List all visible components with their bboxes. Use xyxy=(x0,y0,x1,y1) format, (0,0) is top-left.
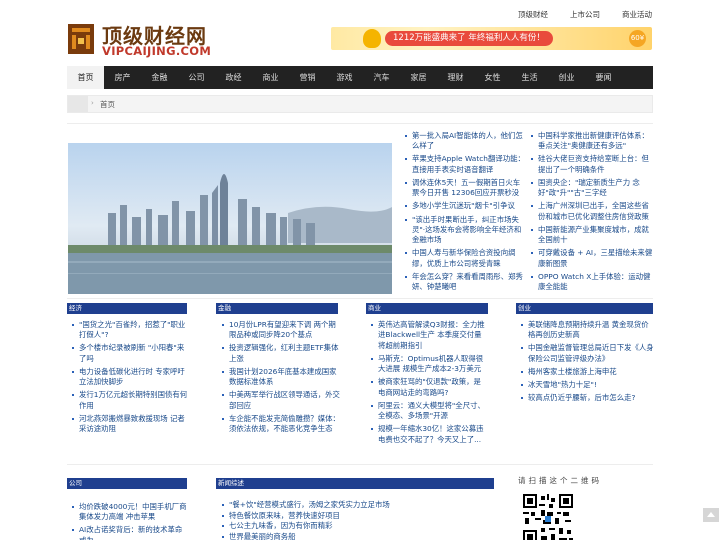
list-item[interactable]: "该出手时果断出手，纠正市场失灵"·这场发布会将影响全年经济和金融市场 xyxy=(404,215,527,246)
nav-auto[interactable]: 汽车 xyxy=(363,66,400,89)
list-item[interactable]: 七公主九味香，因为有你而精彩 xyxy=(221,521,493,530)
list-item[interactable]: 投资逻辑强化，红利主题ETF集体上涨 xyxy=(221,343,340,364)
toplink-listed-companies[interactable]: 上市公司 xyxy=(570,9,600,20)
top-news-list-middle: 第一批入局AI智能体的人，他们怎么样了 苹果支持Apple Watch翻译功能：… xyxy=(404,131,527,295)
top-news-list-right: 中国科学家推出新健康评估体系：垂点关注"奥健康还有多远" 硅谷大佬巨资支持给室断… xyxy=(530,131,654,295)
list-item[interactable]: 均价跌破4000元！中国手机厂商集体发力高端 冲击苹果 xyxy=(71,502,188,523)
toplink-vipcaijing[interactable]: 顶级财经 xyxy=(518,9,548,20)
toplink-business-events[interactable]: 商业活动 xyxy=(622,9,652,20)
list-item[interactable]: 英伟达高管解读Q3财报：全力推进Blackwell生产 本季度交付量将超前期指引 xyxy=(370,320,488,351)
nav-home-furnishing[interactable]: 家居 xyxy=(400,66,437,89)
logo-mark-icon xyxy=(68,24,94,54)
nav-politics[interactable]: 政经 xyxy=(215,66,252,89)
section-header-economy[interactable]: 经济 xyxy=(67,303,187,314)
list-item[interactable]: 阿里云：通义大模型将"全尺寸、全模态、多场景"开源 xyxy=(370,401,488,422)
site-logo[interactable]: 顶级财经网 VIPCAIJING.COM xyxy=(66,20,236,58)
section-list-company: 均价跌破4000元！中国手机厂商集体发力高端 冲击苹果 AI改占诺奖背后：新的技… xyxy=(71,502,188,540)
list-item[interactable]: 上海广州深圳已出手，全国这些省份和城市已优化调整住房信贷政策 xyxy=(530,201,654,222)
list-item[interactable]: 河北燕郊搬燃暴致救援现场 记者采访途劝阻 xyxy=(71,414,188,435)
list-item[interactable]: 第一批入局AI智能体的人，他们怎么样了 xyxy=(404,131,527,152)
list-item[interactable]: 车企能不能发克简偷雕攒？媒体：须依法依规，不能恶化竞争生态 xyxy=(221,414,340,435)
breadcrumb-home[interactable]: 首页 xyxy=(100,99,115,110)
list-item[interactable]: 较高点仍近乎腰斩，后市怎么走? xyxy=(520,393,654,403)
promo-banner[interactable]: 1212万能盛典来了 年终福利人人有份！ 60¥ xyxy=(331,27,652,50)
nav-wealth[interactable]: 理财 xyxy=(437,66,474,89)
list-item[interactable]: 10月份LPR有望迎来下调 两个期限品种或同步降20个基点 xyxy=(221,320,340,341)
list-item[interactable]: 中国科学家推出新健康评估体系：垂点关注"奥健康还有多远" xyxy=(530,131,654,152)
nav-business[interactable]: 商业 xyxy=(252,66,289,89)
nav-finance[interactable]: 金融 xyxy=(141,66,178,89)
nav-women[interactable]: 女性 xyxy=(474,66,511,89)
section-list-startup: 美联储降息预期持续升温 黄金现货价格再创历史新高 中国金融监督管理总局近日下发《… xyxy=(520,320,654,407)
list-item[interactable]: 发行1万亿元超长期特别国债有何作用 xyxy=(71,390,188,411)
nav-life[interactable]: 生活 xyxy=(511,66,548,89)
list-item[interactable]: 可穿戴设备 + AI，三星描绘未来健康新图景 xyxy=(530,248,654,269)
list-item[interactable]: 多个楼市纪录被刷新 "小阳春"来了吗 xyxy=(71,343,188,364)
list-item[interactable]: 规模一年缩水30亿！这家公募违电费也交不起了？今天又上了... xyxy=(370,424,488,445)
section-header-news-review[interactable]: 新闻综述 xyxy=(216,478,494,489)
list-item[interactable]: 多地小学生沉迷玩"烟卡"引争议 xyxy=(404,201,527,211)
logo-english: VIPCAIJING.COM xyxy=(102,44,212,58)
list-item[interactable]: 特色餐饮原来味，营养快速好项目 xyxy=(221,511,493,520)
list-item[interactable]: 苹果支持Apple Watch翻译功能：直接用手表实时语音翻译 xyxy=(404,154,527,175)
list-item[interactable]: 我国计划2026年底基本建成国家数据标准体系 xyxy=(221,367,340,388)
banner-text: 1212万能盛典来了 年终福利人人有份！ xyxy=(385,31,553,46)
list-item[interactable]: 马斯克：Optimus机器人取得很大进展 规模生产成本2-3万美元 xyxy=(370,354,488,375)
list-item[interactable]: 年会怎么穿？来看看周雨彤、郑秀妍、钟楚曦吧 xyxy=(404,272,527,293)
list-item[interactable]: 中美两军举行战区领导通话，外交部回应 xyxy=(221,390,340,411)
nav-headlines[interactable]: 要闻 xyxy=(585,66,622,89)
list-item[interactable]: 美联储降息预期持续升温 黄金现货价格再创历史新高 xyxy=(520,320,654,341)
list-item[interactable]: "餐+饮"经营模式盛行，汤姆之家凭实力立足市场 xyxy=(221,500,493,509)
qr-code-icon xyxy=(523,494,573,540)
section-list-news-review: "餐+饮"经营模式盛行，汤姆之家凭实力立足市场 特色餐饮原来味，营养快速好项目 … xyxy=(221,500,493,540)
nav-realestate[interactable]: 房产 xyxy=(104,66,141,89)
section-list-economy: "国货之光"百雀羚，招惹了"职业打假人"? 多个楼市纪录被刷新 "小阳春"来了吗… xyxy=(71,320,188,437)
list-item[interactable]: 冰天雪地"热力十足"! xyxy=(520,380,654,390)
list-item[interactable]: OPPO Watch X上手体验：运动健康全能能 xyxy=(530,272,654,293)
main-nav: 首页 房产 金融 公司 政经 商业 营销 游戏 汽车 家居 理财 女性 生活 创… xyxy=(67,66,653,89)
list-item[interactable]: 中国新能源产业集聚度城市，成就全国前十 xyxy=(530,225,654,246)
breadcrumb-arrow-icon: › xyxy=(91,99,94,107)
back-to-top-button[interactable] xyxy=(703,508,719,522)
section-list-business: 英伟达高管解读Q3财报：全力推进Blackwell生产 本季度交付量将超前期指引… xyxy=(370,320,488,448)
list-item[interactable]: "国货之光"百雀羚，招惹了"职业打假人"? xyxy=(71,320,188,341)
top-links: 顶级财经 上市公司 商业活动 xyxy=(518,9,652,20)
nav-startup[interactable]: 创业 xyxy=(548,66,585,89)
nav-company[interactable]: 公司 xyxy=(178,66,215,89)
list-item[interactable]: 硅谷大佬巨资支持给室断上台：但提出了一个明确条件 xyxy=(530,154,654,175)
nav-home[interactable]: 首页 xyxy=(67,66,104,89)
list-item[interactable]: 被商家狂骂的"仅退款"政策，是电商网站走的弯路吗? xyxy=(370,377,488,398)
list-item[interactable]: 中国金融监督管理总局近日下发《人身保险公司监管评级办法》 xyxy=(520,343,654,364)
hero-city-image[interactable] xyxy=(68,143,392,294)
city-skyline-illustration xyxy=(68,143,392,294)
list-item[interactable]: 国资央企："瑞定新质生产力 念好"政"升""古"三字经 xyxy=(530,178,654,199)
banner-coupon-badge: 60¥ xyxy=(629,30,646,47)
list-item[interactable]: AI改占诺奖背后：新的技术革命或为 xyxy=(71,525,188,540)
list-item[interactable]: 调休连休5天！五一假期首日火车票今日开售 12306回应开票秒没 xyxy=(404,178,527,199)
nav-games[interactable]: 游戏 xyxy=(326,66,363,89)
mascot-icon xyxy=(363,29,381,48)
list-item[interactable]: 梅州客家土楼旅游上海申花 xyxy=(520,367,654,377)
section-header-finance[interactable]: 金融 xyxy=(216,303,338,314)
list-item[interactable]: 电力设备低碳化进行时 专家呼吁立法加快脚步 xyxy=(71,367,188,388)
section-list-finance: 10月份LPR有望迎来下调 两个期限品种或同步降20个基点 投资逻辑强化，红利主… xyxy=(221,320,340,437)
section-header-company[interactable]: 公司 xyxy=(67,478,187,489)
section-header-business[interactable]: 商业 xyxy=(366,303,488,314)
section-header-startup[interactable]: 创业 xyxy=(516,303,653,314)
qr-label: 请扫描这个二维码 xyxy=(518,476,602,485)
nav-marketing[interactable]: 营销 xyxy=(289,66,326,89)
breadcrumb: › 首页 xyxy=(67,95,653,113)
list-item[interactable]: 中国人寿与新华保险合资投向绸缪，优质上市公司将受青睐 xyxy=(404,248,527,269)
list-item[interactable]: 世界最美丽的商务船 xyxy=(221,532,493,540)
